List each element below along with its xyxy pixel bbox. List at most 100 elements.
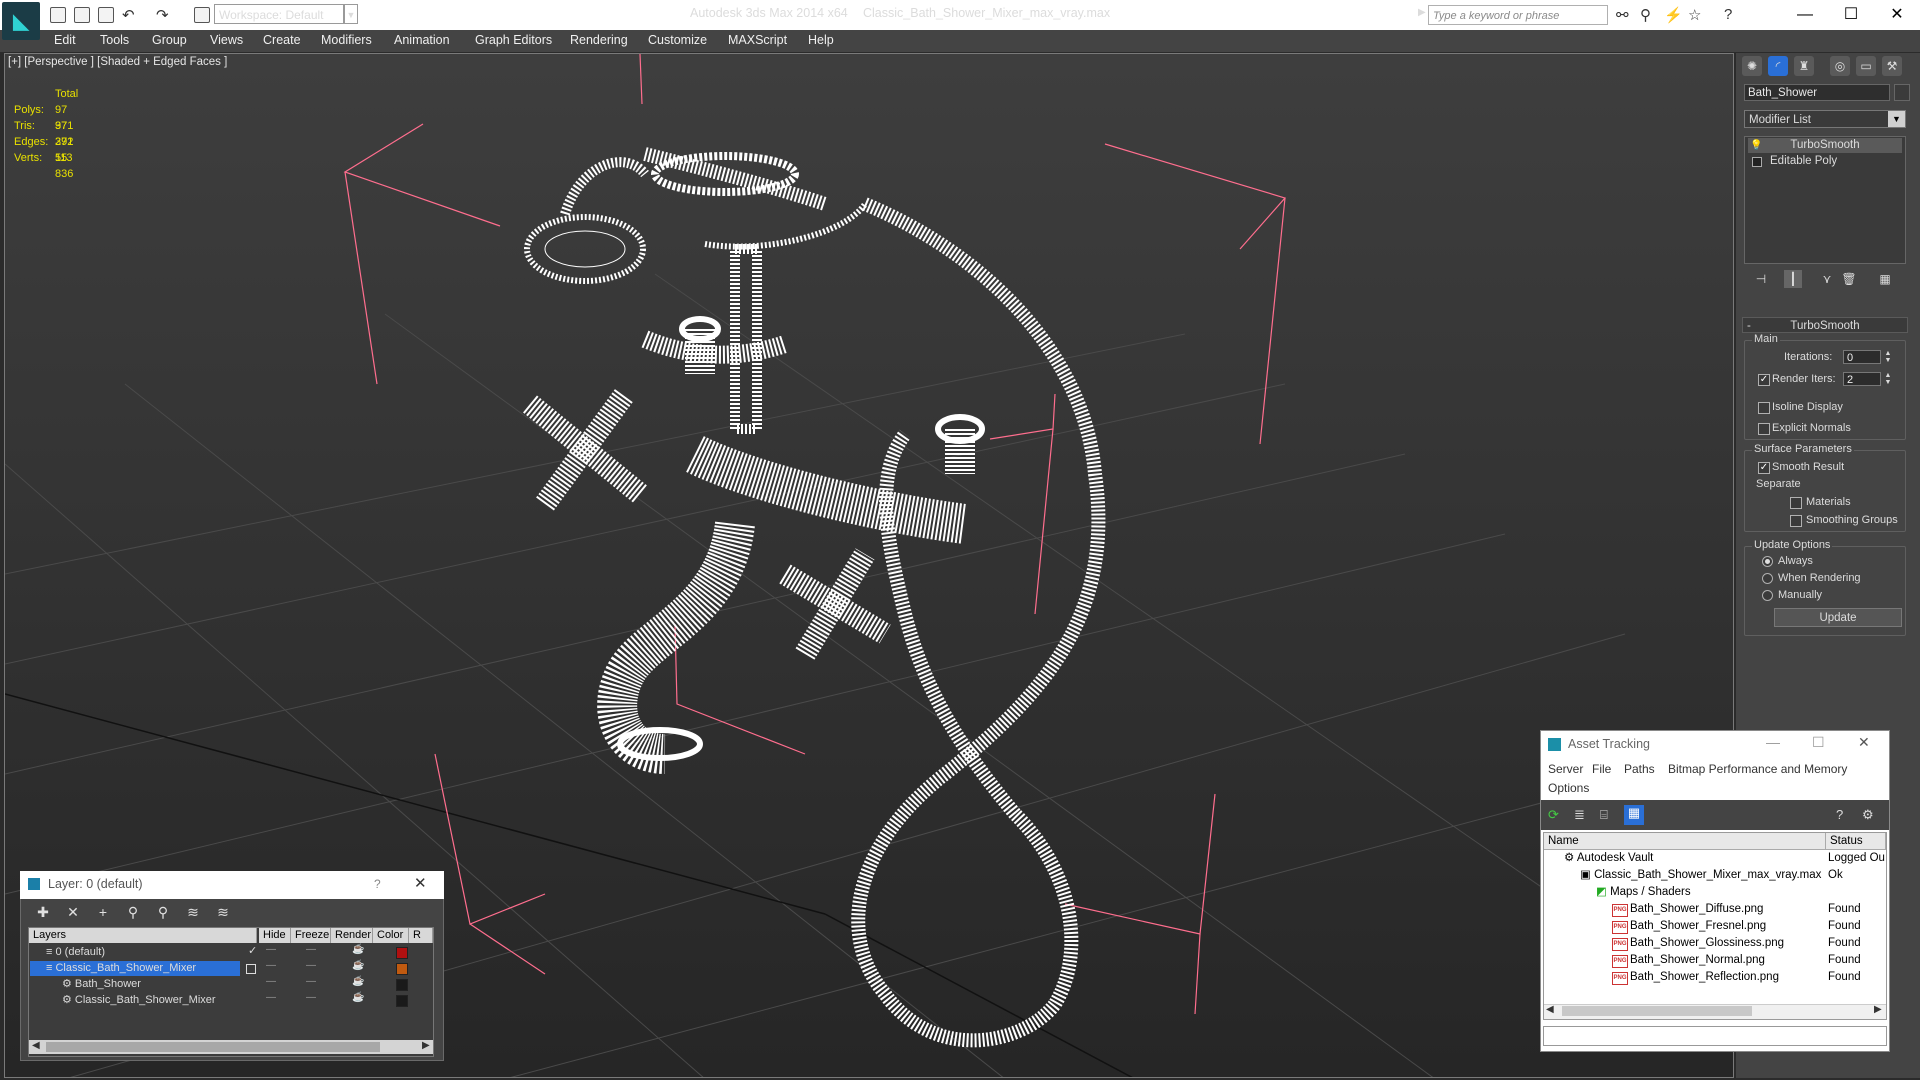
collapse-icon[interactable]: - xyxy=(1747,318,1751,334)
remove-modifier-icon[interactable]: 🗑 xyxy=(1840,270,1858,288)
make-current-toggle[interactable] xyxy=(246,964,256,974)
star-icon[interactable]: ☆ xyxy=(1688,6,1701,24)
display-tab-icon[interactable]: ▭ xyxy=(1856,56,1876,76)
teapot-icon[interactable]: ☕ xyxy=(352,976,364,987)
menu-tools[interactable]: Tools xyxy=(100,33,129,47)
render-iters-spinner[interactable]: 2 xyxy=(1843,372,1881,386)
select-highlighted-icon[interactable]: ⚲ xyxy=(122,904,144,921)
configure-modifier-sets-icon[interactable]: ▦ xyxy=(1876,270,1894,288)
minimize-icon[interactable]: — xyxy=(1782,3,1828,27)
new-file-icon[interactable] xyxy=(50,7,66,23)
refresh-icon[interactable]: ⟳ xyxy=(1548,807,1559,823)
viewport-label[interactable]: [+] [Perspective ] [Shaded + Edged Faces… xyxy=(8,56,227,68)
layer-color-swatch[interactable] xyxy=(396,995,408,1007)
close-icon[interactable]: ✕ xyxy=(1858,734,1870,751)
menu-maxscript[interactable]: MAXScript xyxy=(728,33,787,47)
scroll-right-icon[interactable]: ▶ xyxy=(422,1040,430,1051)
smooth-result-checkbox[interactable]: ✓ xyxy=(1758,462,1770,474)
materials-checkbox[interactable] xyxy=(1790,497,1802,509)
hide-toggle[interactable]: — xyxy=(266,960,276,971)
column-header-status[interactable]: Status xyxy=(1826,833,1886,850)
asset-settings-icon[interactable]: ⚙ xyxy=(1862,807,1874,823)
lightbulb-icon[interactable]: 💡 xyxy=(1750,138,1762,153)
teapot-icon[interactable]: ☕ xyxy=(352,992,364,1003)
scrollbar-thumb[interactable] xyxy=(1562,1006,1752,1016)
layer-color-swatch[interactable] xyxy=(396,979,408,991)
asset-row-maps[interactable]: ◩ Maps / Shaders xyxy=(1596,884,1691,901)
asset-menu-server[interactable]: Server xyxy=(1548,762,1583,776)
smoothing-groups-checkbox[interactable] xyxy=(1790,515,1802,527)
menu-views[interactable]: Views xyxy=(210,33,243,47)
delete-layer-icon[interactable]: ✕ xyxy=(62,904,84,921)
highlight-selected-icon[interactable]: ⚲ xyxy=(152,904,174,921)
asset-row-max-file[interactable]: ▣ Classic_Bath_Shower_Mixer_max_vray.max xyxy=(1580,867,1821,884)
stack-item-turbosmooth[interactable]: 💡 TurboSmooth xyxy=(1748,138,1902,153)
hierarchy-tab-icon[interactable]: ♜ xyxy=(1794,56,1814,76)
stack-item-editable-poly[interactable]: Editable Poly xyxy=(1748,154,1902,169)
close-icon[interactable]: ✕ xyxy=(1874,3,1920,27)
scrollbar-thumb[interactable] xyxy=(46,1042,380,1052)
close-icon[interactable]: ✕ xyxy=(414,874,427,892)
render-iters-checkbox[interactable]: ✓ xyxy=(1758,374,1770,386)
make-unique-icon[interactable]: ⋎ xyxy=(1818,270,1836,288)
layer-help-button[interactable]: ? xyxy=(374,877,381,891)
hide-all-layers-icon[interactable]: ≋ xyxy=(182,904,204,921)
asset-path-field[interactable] xyxy=(1543,1026,1887,1046)
minimize-icon[interactable]: — xyxy=(1766,734,1780,750)
create-layer-icon[interactable]: ✚ xyxy=(32,904,54,921)
motion-tab-icon[interactable]: ◎ xyxy=(1830,56,1850,76)
asset-row-png[interactable]: PNG Bath_Shower_Glossiness.png xyxy=(1612,935,1784,952)
layer-color-swatch[interactable] xyxy=(396,963,408,975)
explicit-normals-checkbox[interactable] xyxy=(1758,423,1770,435)
always-radio[interactable] xyxy=(1762,556,1773,567)
pin-stack-icon[interactable]: ⊣ xyxy=(1752,270,1770,288)
layer-row[interactable]: ≡ 0 (default) xyxy=(46,944,105,960)
turbosmooth-rollout-title[interactable]: - TurboSmooth xyxy=(1742,317,1908,333)
table-view-icon[interactable]: ▦ xyxy=(1624,805,1644,825)
asset-help-icon[interactable]: ? xyxy=(1836,807,1843,822)
menu-customize[interactable]: Customize xyxy=(648,33,707,47)
layer-color-swatch[interactable] xyxy=(396,947,408,959)
object-name-field[interactable]: Bath_Shower xyxy=(1744,84,1890,101)
menu-help[interactable]: Help xyxy=(808,33,834,47)
search-icon[interactable]: ⚲ xyxy=(1640,6,1651,24)
menu-create[interactable]: Create xyxy=(263,33,301,47)
teapot-icon[interactable]: ☕ xyxy=(352,960,364,971)
update-button[interactable]: Update xyxy=(1774,608,1902,627)
menu-rendering[interactable]: Rendering xyxy=(570,33,628,47)
spinner-arrows-icon[interactable]: ▲ ▼ xyxy=(1884,372,1892,386)
workspace-dropdown[interactable]: Workspace: Default xyxy=(214,4,344,24)
details-view-icon[interactable]: ⌸ xyxy=(1600,807,1608,823)
asset-menu-options[interactable]: Options xyxy=(1548,781,1589,795)
object-color-swatch[interactable] xyxy=(1894,84,1910,101)
show-end-result-icon[interactable]: ┃ xyxy=(1784,270,1802,288)
app-logo-icon[interactable]: ◣ xyxy=(2,2,40,40)
list-view-icon[interactable]: ≣ xyxy=(1574,807,1585,823)
modify-tab-icon[interactable]: ◜ xyxy=(1768,56,1788,76)
save-file-icon[interactable] xyxy=(98,7,114,23)
utilities-tab-icon[interactable]: ⚒ xyxy=(1882,56,1902,76)
maximize-icon[interactable]: ☐ xyxy=(1828,3,1874,27)
modifier-list-dropdown[interactable]: Modifier List xyxy=(1744,110,1906,128)
maximize-icon[interactable]: ☐ xyxy=(1812,734,1825,751)
undo-icon[interactable]: ↶ xyxy=(122,6,135,24)
layer-row[interactable]: ⚙ Bath_Shower xyxy=(62,976,141,992)
hide-toggle[interactable]: — xyxy=(266,944,276,955)
hide-toggle[interactable]: — xyxy=(266,992,276,1003)
freeze-all-layers-icon[interactable]: ≋ xyxy=(212,904,234,921)
scroll-left-icon[interactable]: ◀ xyxy=(1546,1004,1554,1015)
chevron-down-icon[interactable]: ▼ xyxy=(344,4,358,24)
add-to-layer-icon[interactable]: + xyxy=(92,904,114,920)
asset-menu-paths[interactable]: Paths xyxy=(1624,762,1655,776)
help-icon[interactable]: ? xyxy=(1724,6,1732,23)
manually-radio[interactable] xyxy=(1762,590,1773,601)
subscription-icon[interactable]: ⚡ xyxy=(1664,6,1683,24)
current-layer-checkmark-icon[interactable]: ✓ xyxy=(248,944,257,957)
menu-modifiers[interactable]: Modifiers xyxy=(321,33,372,47)
teapot-icon[interactable]: ☕ xyxy=(352,944,364,955)
when-rendering-radio[interactable] xyxy=(1762,573,1773,584)
menu-edit[interactable]: Edit xyxy=(54,33,76,47)
freeze-toggle[interactable]: — xyxy=(306,944,316,955)
binoculars-icon[interactable]: ⚯ xyxy=(1616,6,1629,24)
column-header-color[interactable]: Color xyxy=(373,928,409,943)
